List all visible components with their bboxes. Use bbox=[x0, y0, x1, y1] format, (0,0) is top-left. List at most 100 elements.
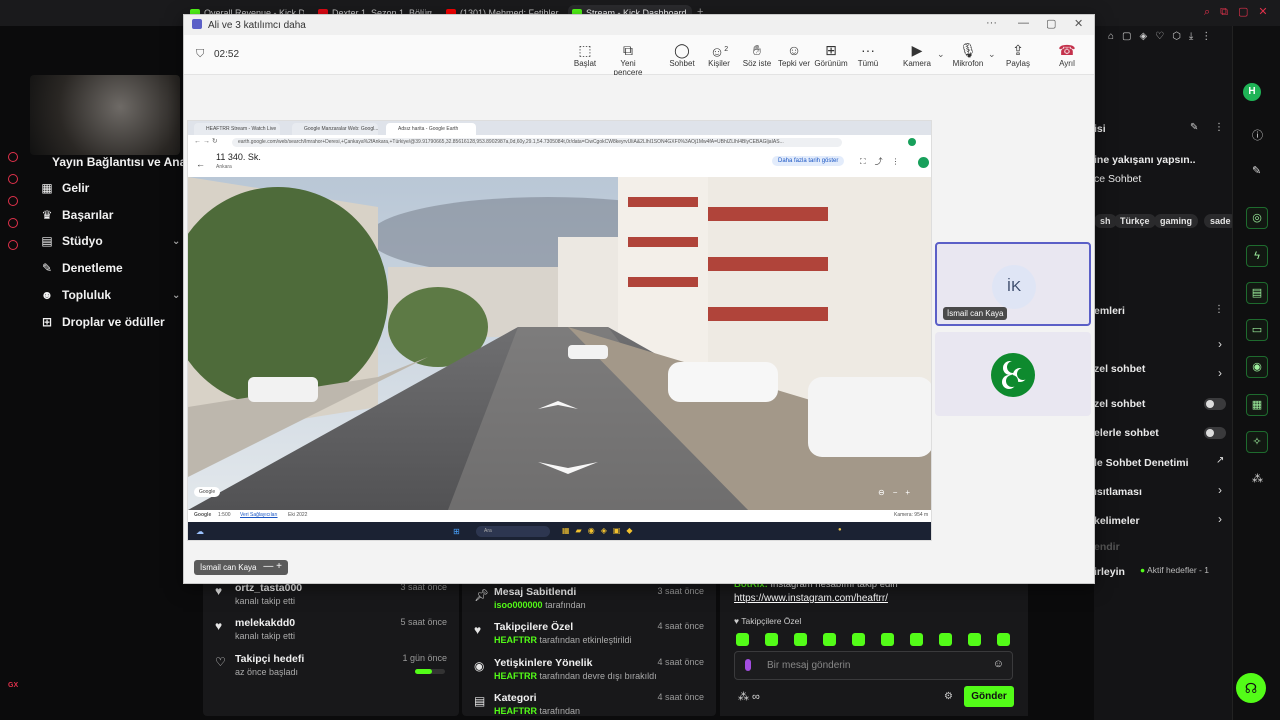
note-icon[interactable]: ▤ bbox=[1246, 282, 1268, 304]
place-title: 11 340. Sk. bbox=[216, 152, 261, 162]
more-icon[interactable]: ⋮ bbox=[1214, 304, 1224, 315]
avatar: İK bbox=[992, 265, 1036, 309]
emote[interactable] bbox=[997, 633, 1010, 646]
chevron-right-icon[interactable]: › bbox=[1218, 337, 1222, 351]
chevron-down-icon: ⌄ bbox=[172, 235, 181, 247]
chat-settings-title: emleri bbox=[1094, 305, 1125, 317]
community-icon: ☻ bbox=[40, 288, 54, 302]
gear-icon[interactable] bbox=[8, 240, 18, 250]
sidebar-item-gelir[interactable]: ▦ Gelir bbox=[40, 181, 89, 195]
target-icon[interactable]: ◎ bbox=[1246, 207, 1268, 229]
emote[interactable] bbox=[852, 633, 865, 646]
heart-icon: ♥ bbox=[474, 623, 482, 637]
shared-browser-tabs: HEAFTRR Stream - Watch Live Google Manza… bbox=[188, 121, 931, 135]
chevron-down-icon[interactable]: ⌄ bbox=[937, 49, 945, 60]
sidebar-item-topluluk[interactable]: ☻ Topluluk ⌄ bbox=[40, 288, 181, 302]
camera-button[interactable]: ▶︎ Kamera bbox=[895, 41, 939, 68]
send-button[interactable]: Gönder bbox=[964, 686, 1014, 707]
chat-input[interactable]: Bir mesaj gönderin ☺ bbox=[734, 651, 1013, 680]
pen-icon[interactable]: ✎ bbox=[1252, 164, 1261, 177]
gift-icon: ⊞ bbox=[41, 315, 53, 329]
view-icons: ⛶⤴⋮ bbox=[860, 157, 909, 166]
share-button[interactable]: ⇪ Paylaş bbox=[996, 41, 1040, 68]
gx-icon[interactable]: GX bbox=[8, 682, 18, 689]
emote[interactable] bbox=[939, 633, 952, 646]
close-icon[interactable]: ✕ bbox=[1074, 17, 1083, 30]
emote[interactable] bbox=[765, 633, 778, 646]
sidebar-item-basarilar[interactable]: ♛ Başarılar bbox=[40, 208, 114, 222]
new-window-button[interactable]: ⧉ Yeni pencere bbox=[606, 41, 650, 77]
emote[interactable] bbox=[968, 633, 981, 646]
loyalty-icon[interactable]: ⁂ ∞ bbox=[738, 690, 760, 703]
sidebar-item-studyo[interactable]: ▤ Stüdyo ⌄ bbox=[40, 234, 180, 248]
chevron-right-icon[interactable]: › bbox=[1218, 512, 1222, 526]
setting-row: zel sohbet bbox=[1094, 398, 1146, 410]
broadcast-icon[interactable]: ◉ bbox=[1246, 356, 1268, 378]
setting-row: elerle sohbet bbox=[1094, 427, 1159, 439]
maximize-icon[interactable]: ▢ bbox=[1046, 17, 1056, 30]
google-badge: Google bbox=[194, 487, 221, 497]
goal-progress-fill bbox=[415, 669, 432, 674]
settings-icon[interactable]: ⚙ bbox=[944, 691, 953, 702]
clock-icon[interactable] bbox=[8, 174, 18, 184]
weather-icon: ☁ bbox=[196, 527, 204, 536]
apps-icon[interactable]: ⁂ bbox=[1252, 472, 1263, 485]
chat-icon[interactable]: ▭ bbox=[1246, 319, 1268, 341]
toggle-switch[interactable] bbox=[1204, 427, 1226, 439]
info-icon[interactable]: ⓘ bbox=[1252, 127, 1263, 143]
trophy-icon: ♛ bbox=[41, 208, 53, 222]
followers-card: ♥ ortz_tasta000 kanalı takip etti 3 saat… bbox=[203, 576, 459, 716]
layout-icon[interactable]: ▦ bbox=[1246, 394, 1268, 416]
nav-icons: ← → ↻ bbox=[194, 138, 218, 145]
support-icon[interactable]: ☊ bbox=[1236, 673, 1266, 703]
avatar bbox=[918, 157, 929, 168]
avatar[interactable]: H bbox=[1243, 83, 1261, 101]
dot-icon: ● bbox=[1140, 565, 1146, 575]
emote[interactable] bbox=[823, 633, 836, 646]
chevron-right-icon[interactable]: › bbox=[1218, 483, 1222, 497]
emote[interactable] bbox=[794, 633, 807, 646]
emoji-icon[interactable]: ☺ bbox=[993, 658, 1004, 670]
eye-icon: ◉ bbox=[474, 659, 485, 673]
emote[interactable] bbox=[736, 633, 749, 646]
shield-icon[interactable] bbox=[8, 218, 18, 228]
history-button: Daha fazla tarih göster bbox=[772, 156, 845, 166]
earth-status-bar: Google 1:500 Veri Sağlayıcıları Eki 2022… bbox=[188, 510, 931, 522]
mic-button[interactable]: 🎙︎ Mikrofon bbox=[946, 41, 990, 68]
category-icon: ▤ bbox=[474, 694, 486, 708]
external-link-icon[interactable]: ↗ bbox=[1216, 455, 1224, 466]
bolt-icon[interactable]: ϟ bbox=[1246, 245, 1268, 267]
edit-icon[interactable]: ✎ bbox=[1190, 122, 1198, 133]
active-goals[interactable]: ● Aktif hedefler - 1 bbox=[1140, 565, 1209, 575]
bell-icon[interactable] bbox=[8, 196, 18, 206]
minimize-icon[interactable]: — bbox=[1018, 17, 1029, 29]
expand-icon[interactable]: — + bbox=[263, 561, 282, 572]
window-controls[interactable]: ⌕⧉▢✕ bbox=[1204, 5, 1278, 19]
sidebar-header: Yayın Bağlantısı ve Anahta bbox=[52, 155, 205, 169]
windows-taskbar: ☁ ⊞ Ara ▦▰◉◈▣◆ ● bbox=[188, 522, 931, 540]
shield-icon: ⛉ bbox=[196, 48, 205, 60]
more-icon[interactable]: ··· bbox=[986, 17, 997, 29]
sidebar-item-denetleme[interactable]: ✎ Denetleme bbox=[40, 261, 123, 275]
hangup-icon: ☎︎ bbox=[1058, 42, 1076, 58]
emote[interactable] bbox=[881, 633, 894, 646]
presenter-tag[interactable]: İsmail can Kaya — + bbox=[194, 560, 288, 575]
window-titlebar: Ali ve 3 katılımcı daha ··· — ▢ ✕ bbox=[184, 15, 1094, 35]
menu-icon[interactable] bbox=[8, 152, 18, 162]
sidebar-item-droplar[interactable]: ⊞ Droplar ve ödüller bbox=[40, 315, 165, 329]
start-icon: ⊞ bbox=[453, 527, 460, 536]
chevron-down-icon[interactable]: ⌄ bbox=[988, 49, 996, 60]
browser-extension-icons[interactable]: ⌂▢◈♡⬡⤓⋮ bbox=[1108, 31, 1219, 42]
wrench-icon[interactable]: ✧ bbox=[1246, 431, 1268, 453]
leave-button[interactable]: ☎︎ Ayrıl bbox=[1045, 41, 1089, 68]
participant-tile[interactable] bbox=[935, 332, 1091, 416]
emote[interactable] bbox=[910, 633, 923, 646]
start-button[interactable]: ⬚ Başlat bbox=[563, 41, 607, 68]
participant-tile[interactable]: İK İsmail can Kaya bbox=[935, 242, 1091, 326]
more-icon[interactable]: ⋮ bbox=[1214, 122, 1224, 133]
more-button[interactable]: ··· Tümü bbox=[846, 41, 890, 68]
chevron-right-icon[interactable]: › bbox=[1218, 366, 1222, 380]
toggle-switch[interactable] bbox=[1204, 398, 1226, 410]
teams-icon bbox=[192, 19, 202, 29]
chat-link[interactable]: https://www.instagram.com/heaftrr/ bbox=[734, 593, 888, 604]
